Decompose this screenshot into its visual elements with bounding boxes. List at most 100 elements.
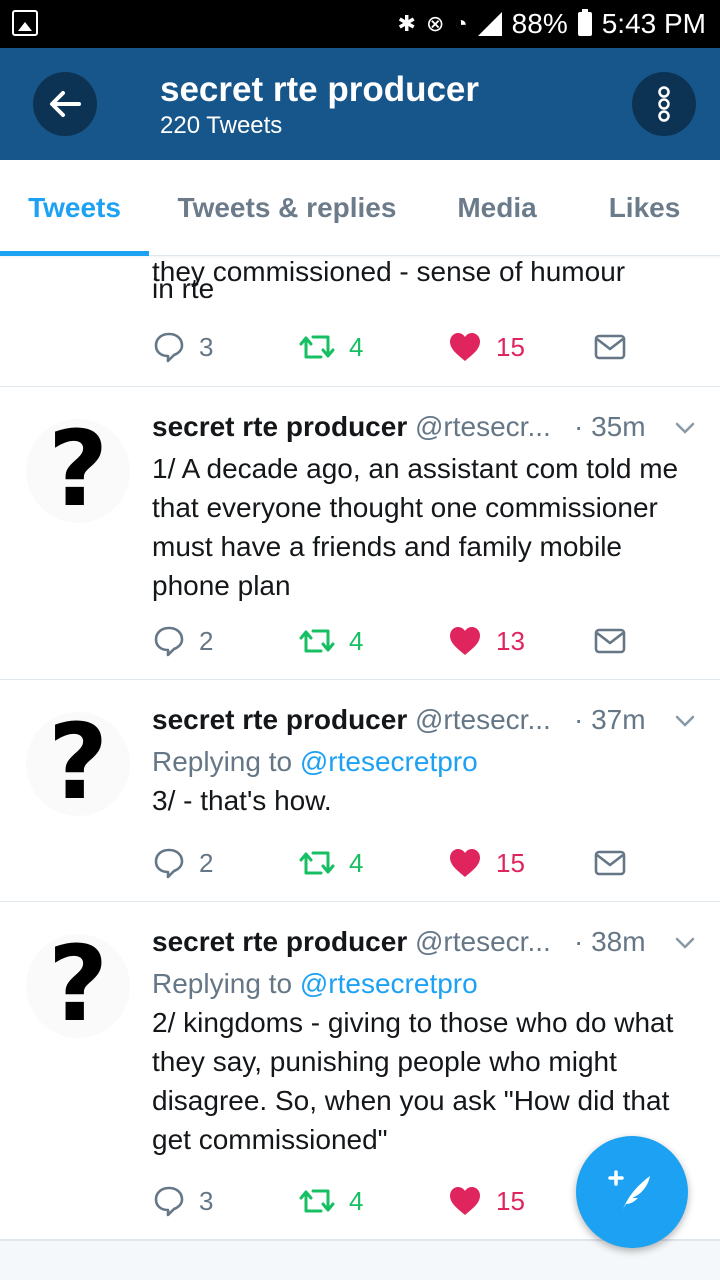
replying-to-label: Replying to	[152, 968, 300, 999]
direct-message-button[interactable]	[594, 843, 626, 883]
retweet-icon	[299, 851, 335, 875]
battery-percent: 88%	[511, 8, 568, 39]
retweet-icon	[299, 335, 335, 359]
page-title: secret rte producer	[160, 70, 480, 109]
compose-feather-icon	[608, 1170, 650, 1212]
avatar[interactable]: ?	[26, 408, 130, 530]
wifi-icon: ◔	[454, 11, 468, 36]
retweet-button[interactable]: 4	[299, 843, 363, 883]
chevron-down-icon[interactable]	[674, 417, 696, 439]
signal-icon	[477, 12, 502, 36]
direct-message-button[interactable]	[594, 621, 626, 661]
avatar-glyph: ?	[47, 408, 109, 530]
avatar[interactable]: ?	[26, 701, 130, 823]
like-count: 15	[496, 331, 525, 362]
compose-tweet-button[interactable]	[576, 1136, 688, 1248]
reply-button[interactable]: 3	[153, 327, 213, 367]
author-name[interactable]: secret rte producer	[152, 926, 407, 957]
reply-count: 2	[199, 847, 214, 878]
tweet-text: in rte	[152, 273, 215, 304]
tab-tweets-and-replies[interactable]: Tweets & replies	[149, 160, 425, 256]
clock: 5:43 PM	[601, 8, 706, 39]
battery-icon	[577, 9, 592, 36]
mute-icon: ⊗	[425, 11, 445, 36]
like-button[interactable]: 15	[448, 327, 525, 367]
envelope-icon	[594, 628, 626, 654]
tweet-text: 3/ - that's how.	[152, 785, 332, 816]
reply-button[interactable]: 3	[153, 1181, 213, 1221]
direct-message-button[interactable]	[594, 327, 626, 367]
retweet-button[interactable]: 4	[299, 327, 363, 367]
like-button[interactable]: 15	[448, 1181, 525, 1221]
reply-button[interactable]: 2	[153, 621, 213, 661]
profile-header: secret rte producer 220 Tweets	[0, 48, 720, 160]
tweet-time: · 38m	[574, 926, 646, 957]
more-options-button[interactable]	[632, 72, 696, 136]
tweet-actions: 3 4 15	[0, 327, 720, 367]
reply-bubble-icon	[154, 332, 184, 363]
reply-bubble-icon	[154, 1186, 184, 1217]
author-handle: @rtesecr...	[415, 926, 551, 957]
reply-count: 2	[199, 625, 214, 656]
status-bar: ✱ ⊗ ◔ 88% 5:43 PM	[0, 0, 720, 48]
reply-count: 3	[199, 1185, 214, 1216]
arrow-left-icon	[50, 91, 81, 117]
like-button[interactable]: 15	[448, 843, 525, 883]
tweet-count: 220 Tweets	[160, 112, 283, 139]
reply-button[interactable]: 2	[153, 843, 213, 883]
active-tab-indicator	[0, 251, 149, 256]
retweet-button[interactable]: 4	[299, 621, 363, 661]
heart-icon	[450, 1187, 480, 1215]
tweet-time: · 37m	[574, 704, 646, 735]
heart-icon	[450, 849, 480, 877]
like-count: 15	[496, 847, 525, 878]
replying-to-link[interactable]: @rtesecretpro	[300, 746, 478, 777]
reply-bubble-icon	[154, 626, 184, 657]
chevron-down-icon[interactable]	[674, 710, 696, 732]
chevron-down-icon[interactable]	[674, 932, 696, 954]
retweet-count: 4	[349, 625, 364, 656]
envelope-icon	[594, 334, 626, 360]
tweet-text: 2/ kingdoms - giving to those who do wha…	[152, 1007, 674, 1155]
author-handle: @rtesecr...	[415, 411, 551, 442]
tweet-text: 1/ A decade ago, an assistant com told m…	[152, 453, 679, 601]
heart-icon	[450, 333, 480, 361]
avatar-glyph: ?	[47, 701, 109, 823]
profile-tabs: Tweets Tweets & replies Media Likes	[0, 160, 720, 256]
envelope-icon	[594, 850, 626, 876]
tab-tweets[interactable]: Tweets	[0, 160, 149, 256]
avatar[interactable]: ?	[26, 923, 130, 1045]
retweet-icon	[299, 629, 335, 653]
tab-likes[interactable]: Likes	[569, 160, 720, 256]
next-item-edge	[0, 1240, 720, 1280]
retweet-button[interactable]: 4	[299, 1181, 363, 1221]
author-name[interactable]: secret rte producer	[152, 704, 407, 735]
bluetooth-icon: ✱	[397, 11, 416, 36]
gallery-notification-icon	[12, 10, 38, 36]
retweet-count: 4	[349, 847, 364, 878]
replying-to-line: Replying to @rtesecretpro	[152, 742, 692, 781]
retweet-count: 4	[349, 1185, 364, 1216]
tab-media[interactable]: Media	[425, 160, 569, 256]
tweet-actions: 2 4 15	[0, 843, 720, 883]
replying-to-link[interactable]: @rtesecretpro	[300, 968, 478, 999]
author-name[interactable]: secret rte producer	[152, 411, 407, 442]
reply-count: 3	[199, 331, 214, 362]
tweet-item[interactable]: they commissioned - sense of humour in r…	[0, 256, 720, 387]
retweet-icon	[299, 1189, 335, 1213]
tweet-feed[interactable]: they commissioned - sense of humour in r…	[0, 256, 720, 1280]
retweet-count: 4	[349, 331, 364, 362]
author-handle: @rtesecr...	[415, 704, 551, 735]
tweet-item[interactable]: ? secret rte producer @rtesecr... · 35m …	[0, 387, 720, 680]
replying-to-label: Replying to	[152, 746, 300, 777]
back-button[interactable]	[33, 72, 97, 136]
tweet-item[interactable]: ? secret rte producer @rtesecr... · 37m …	[0, 680, 720, 902]
status-indicators: ✱ ⊗ ◔ 88% 5:43 PM	[398, 6, 707, 42]
replying-to-line: Replying to @rtesecretpro	[152, 964, 692, 1003]
more-vertical-icon	[658, 86, 670, 122]
tweet-time: · 35m	[574, 411, 646, 442]
like-button[interactable]: 13	[448, 621, 525, 661]
like-count: 13	[496, 625, 525, 656]
avatar-glyph: ?	[47, 923, 109, 1045]
tweet-actions: 2 4 13	[0, 621, 720, 661]
